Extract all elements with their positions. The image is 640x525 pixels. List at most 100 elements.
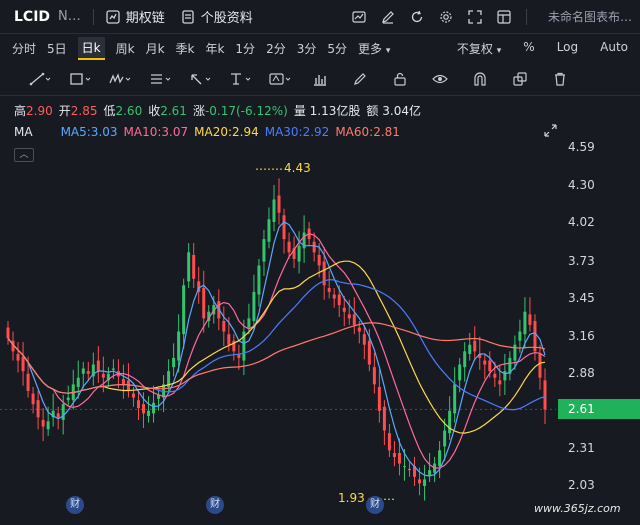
candle-body (21, 356, 25, 372)
trash-icon[interactable] (540, 72, 580, 86)
ma10-value: MA10:3.07 (123, 125, 189, 139)
amount-value: 3.04亿 (382, 103, 421, 118)
percent-toggle[interactable]: % (523, 40, 534, 57)
wave-tool-icon[interactable] (100, 72, 140, 86)
amount-label: 额 (366, 103, 379, 118)
eye-icon[interactable] (420, 72, 460, 86)
earnings-event-marker[interactable]: 财 (206, 496, 224, 514)
tab-intraday[interactable]: 分时 (12, 40, 36, 57)
adjust-select[interactable]: 不复权 ▾ (457, 40, 501, 57)
candle (478, 336, 482, 370)
candle (66, 385, 70, 407)
price-tick-label: 4.02 (568, 215, 595, 230)
candle-body (227, 334, 231, 345)
close-value: 2.61 (160, 103, 187, 118)
stock-profile-icon (182, 9, 194, 24)
candlestick-chart[interactable] (0, 140, 640, 525)
tab-yearly-k[interactable]: 年k (205, 40, 224, 57)
price-tick-label: 3.16 (568, 328, 595, 343)
candle (463, 342, 467, 382)
trend-line-tool-icon[interactable] (20, 72, 60, 86)
candle-body (26, 373, 30, 391)
symbol-ticker[interactable]: LCID (14, 9, 50, 25)
candle-body (357, 327, 361, 332)
pen-tool-icon[interactable] (340, 72, 380, 86)
refresh-icon[interactable] (410, 10, 424, 24)
candle (407, 462, 411, 477)
candle (533, 314, 537, 361)
tab-more[interactable]: 更多 ▾ (358, 40, 390, 57)
candle (152, 385, 156, 423)
candle-body (503, 371, 507, 381)
price-tick-label: 2.03 (568, 478, 595, 492)
layers-icon[interactable] (500, 71, 540, 86)
volume-label: 量 (293, 103, 306, 118)
candle-body (407, 468, 411, 471)
options-chain-button[interactable]: 期权链 (106, 7, 165, 26)
candle-body (272, 199, 276, 222)
tab-5day[interactable]: 5日 (47, 40, 67, 57)
open-value: 2.85 (70, 103, 98, 118)
ma5-value: MA5:3.03 (60, 125, 118, 139)
layout-icon[interactable] (497, 9, 511, 24)
measure-tool-icon[interactable] (300, 72, 340, 86)
stock-profile-label: 个股资料 (200, 11, 253, 26)
tab-monthly-k[interactable]: 月k (146, 40, 165, 57)
candle-body (262, 239, 266, 262)
candle-body (392, 452, 396, 457)
earnings-event-marker[interactable]: 财 (66, 496, 84, 514)
fullscreen-icon[interactable] (468, 9, 482, 24)
watermark: www.365jz.com (534, 502, 621, 515)
ma-label[interactable]: MA (14, 125, 33, 139)
candle-body (473, 340, 477, 352)
candle (483, 353, 487, 380)
candle-body (443, 430, 447, 447)
tab-weekly-k[interactable]: 周k (116, 40, 135, 57)
candle-body (337, 294, 341, 306)
tab-1min[interactable]: 1分 (235, 40, 255, 57)
expand-chart-icon[interactable] (544, 124, 557, 141)
candle (332, 287, 336, 308)
tab-3min[interactable]: 3分 (297, 40, 317, 57)
tab-5min[interactable]: 5分 (327, 40, 347, 57)
lock-icon[interactable] (380, 72, 420, 86)
candle (352, 297, 356, 335)
label-tool-icon[interactable] (260, 72, 300, 86)
text-tool-icon[interactable] (220, 72, 260, 86)
settings-icon[interactable] (439, 10, 453, 24)
candle (252, 274, 256, 331)
candle-body (172, 357, 176, 368)
tab-quarterly-k[interactable]: 季k (176, 40, 195, 57)
candle-body (382, 406, 386, 431)
candle (543, 368, 547, 424)
ma60-value: MA60:2.81 (335, 125, 400, 139)
edit-icon[interactable] (381, 10, 395, 24)
chart-type-icon[interactable] (352, 10, 366, 24)
rectangle-tool-icon[interactable] (60, 72, 100, 86)
low-value: 2.60 (115, 103, 143, 118)
candle (121, 364, 125, 399)
log-toggle[interactable]: Log (557, 40, 578, 57)
candle-body (31, 393, 35, 405)
tab-2min[interactable]: 2分 (266, 40, 286, 57)
price-tick-label: 4.30 (568, 178, 595, 193)
candle (257, 258, 261, 307)
magnet-icon[interactable] (460, 71, 500, 86)
candle (387, 423, 391, 457)
candle (237, 344, 241, 370)
stock-profile-button[interactable]: 个股资料 (181, 7, 253, 26)
auto-toggle[interactable]: Auto (600, 40, 628, 57)
candle-body (136, 400, 140, 409)
layout-name[interactable]: 未命名图表布… (548, 8, 632, 25)
earnings-event-marker[interactable]: 财 (366, 496, 384, 514)
arrow-tool-icon[interactable] (180, 72, 220, 86)
candle (187, 243, 191, 288)
candle-body (287, 241, 291, 253)
candle-body (267, 219, 271, 242)
candle (247, 303, 251, 335)
tab-daily-k[interactable]: 日k (77, 36, 105, 60)
fibonacci-tool-icon[interactable] (140, 72, 180, 86)
candle (453, 367, 457, 423)
candle-body (6, 327, 10, 339)
options-chain-icon (106, 9, 120, 24)
